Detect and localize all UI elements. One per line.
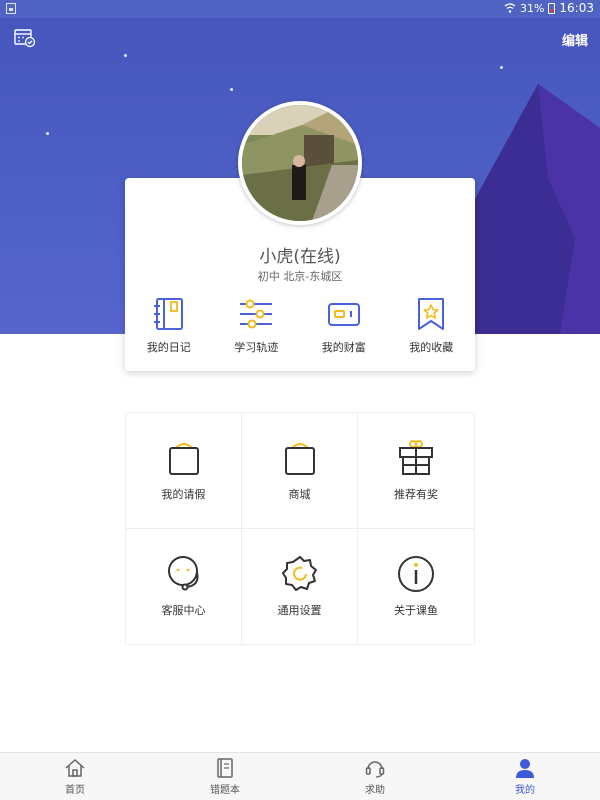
star-decoration <box>46 132 49 135</box>
menu-item-about[interactable]: 关于课鱼 <box>358 529 474 645</box>
quick-link-wealth[interactable]: 我的财富 <box>300 296 388 355</box>
notebook-icon <box>217 758 233 778</box>
info-icon <box>398 556 434 593</box>
wallet-icon <box>327 303 360 326</box>
menu-item-label: 通用设置 <box>277 604 322 618</box>
menu-item-label: 客服中心 <box>161 604 206 618</box>
user-info: 初中 北京-东城区 <box>257 270 343 283</box>
status-bar: 31% 16:03 <box>0 0 600 18</box>
diary-icon <box>153 298 183 330</box>
user-icon <box>516 759 534 778</box>
nav-label: 我的 <box>515 785 535 796</box>
gift-icon <box>399 440 433 476</box>
menu-item-mall[interactable]: 商城 <box>242 413 358 529</box>
menu-item-leave-request[interactable]: 我的请假 <box>126 413 242 529</box>
avatar-photo <box>242 105 358 221</box>
edit-button[interactable]: 编辑 <box>562 30 588 49</box>
wifi-icon <box>504 3 516 13</box>
quick-link-diary[interactable]: 我的日记 <box>125 296 213 355</box>
menu-item-label: 关于课鱼 <box>394 604 438 618</box>
quick-link-label: 我的财富 <box>321 341 366 354</box>
star-decoration <box>230 88 233 91</box>
menu-item-settings[interactable]: 通用设置 <box>242 528 358 644</box>
quick-links: 我的日记 学习轨迹 我的财富 我的收藏 <box>125 296 475 355</box>
menu-item-label: 推荐有奖 <box>394 488 438 502</box>
battery-icon <box>548 2 556 14</box>
bag-icon <box>168 443 199 476</box>
username: 小虎(在线) <box>259 247 341 267</box>
menu-item-label: 我的请假 <box>161 488 206 502</box>
gallery-icon <box>6 3 16 14</box>
quick-link-learning-track[interactable]: 学习轨迹 <box>213 296 301 355</box>
shopping-bag-icon <box>284 443 315 476</box>
nav-label: 错题本 <box>210 785 240 796</box>
nav-mine[interactable]: 我的 <box>450 753 600 800</box>
menu-item-customer-service[interactable]: 客服中心 <box>126 528 242 644</box>
quick-link-label: 学习轨迹 <box>234 341 279 354</box>
avatar[interactable] <box>238 101 362 225</box>
calendar-check-icon[interactable] <box>14 28 36 48</box>
sliders-icon <box>240 299 273 329</box>
home-icon <box>65 758 85 777</box>
nav-mistake-book[interactable]: 错题本 <box>150 753 300 800</box>
clock: 16:03 <box>559 1 594 15</box>
menu-item-referral-reward[interactable]: 推荐有奖 <box>358 413 474 529</box>
bookmark-star-icon <box>418 298 445 330</box>
headset-icon <box>167 556 198 591</box>
quick-link-favorites[interactable]: 我的收藏 <box>388 296 476 355</box>
nav-label: 首页 <box>65 785 85 796</box>
help-headset-icon <box>365 761 385 778</box>
menu-item-label: 商城 <box>288 488 311 502</box>
star-decoration <box>124 54 127 57</box>
nav-help[interactable]: 求助 <box>300 753 450 800</box>
quick-link-label: 我的收藏 <box>409 341 454 354</box>
gear-icon <box>281 556 317 592</box>
quick-link-label: 我的日记 <box>146 341 191 354</box>
nav-label: 求助 <box>365 785 385 796</box>
battery-percent: 31% <box>519 1 545 15</box>
star-decoration <box>500 66 503 69</box>
bottom-nav: 首页 错题本 求助 我的 <box>0 752 600 800</box>
nav-home[interactable]: 首页 <box>0 753 150 800</box>
menu-grid: 我的请假 商城 推荐有奖 客服中心 通用设置 关于课鱼 <box>125 412 475 645</box>
